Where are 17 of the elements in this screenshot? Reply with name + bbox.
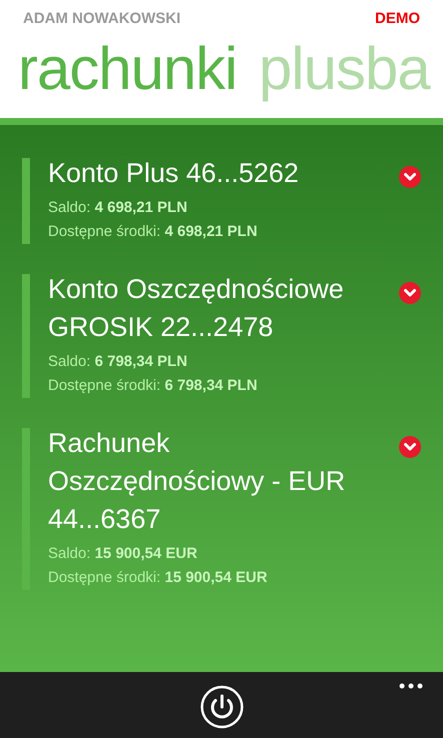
pivot-header[interactable]: rachunki	[18, 28, 237, 108]
account-title[interactable]: Konto Plus 46...5262	[48, 154, 299, 192]
balance-line: Saldo: 15 900,54 EUR	[48, 544, 198, 564]
chevron-down-icon[interactable]	[399, 166, 421, 188]
available-funds-line: Dostępne środki: 15 900,54 EUR	[48, 568, 268, 588]
balance-line: Saldo: 6 798,34 PLN	[48, 352, 188, 372]
balance-line: Saldo: 4 698,21 PLN	[48, 198, 188, 218]
power-icon[interactable]	[200, 685, 244, 729]
available-funds-line: Dostępne środki: 4 698,21 PLN	[48, 222, 258, 242]
chevron-down-icon[interactable]	[399, 282, 421, 304]
chevron-down-icon[interactable]	[399, 436, 421, 458]
user-name: ADAM NOWAKOWSKI	[23, 9, 180, 29]
account-title[interactable]: Konto Oszczędnościowe GROSIK 22...2478	[48, 270, 391, 346]
available-funds-line: Dostępne środki: 6 798,34 PLN	[48, 376, 258, 396]
more-icon[interactable]	[399, 683, 423, 689]
account-title[interactable]: Rachunek Oszczędnościowy - EUR 44...6367	[48, 424, 391, 538]
demo-label: DEMO	[375, 9, 420, 29]
